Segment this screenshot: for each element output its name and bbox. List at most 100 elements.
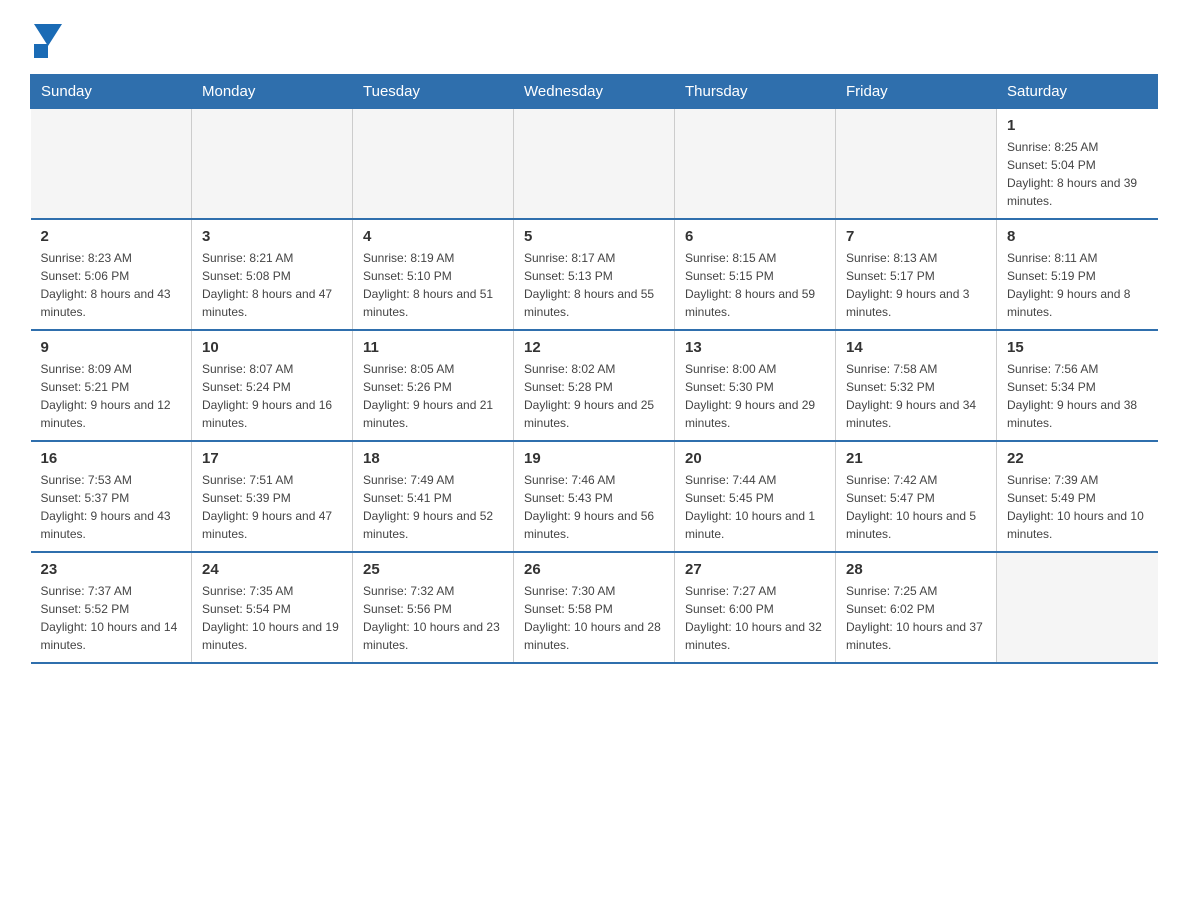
- calendar-cell: [514, 109, 675, 220]
- col-header-tuesday: Tuesday: [353, 75, 514, 109]
- day-number: 5: [524, 228, 664, 245]
- col-header-friday: Friday: [836, 75, 997, 109]
- calendar-cell: [836, 109, 997, 220]
- day-info: Sunrise: 8:23 AM Sunset: 5:06 PM Dayligh…: [41, 249, 182, 321]
- day-info: Sunrise: 8:09 AM Sunset: 5:21 PM Dayligh…: [41, 360, 182, 432]
- day-info: Sunrise: 8:11 AM Sunset: 5:19 PM Dayligh…: [1007, 249, 1148, 321]
- day-info: Sunrise: 8:21 AM Sunset: 5:08 PM Dayligh…: [202, 249, 342, 321]
- calendar-cell: [675, 109, 836, 220]
- calendar-cell: [192, 109, 353, 220]
- day-number: 21: [846, 450, 986, 467]
- day-info: Sunrise: 7:46 AM Sunset: 5:43 PM Dayligh…: [524, 471, 664, 543]
- day-number: 22: [1007, 450, 1148, 467]
- day-info: Sunrise: 7:53 AM Sunset: 5:37 PM Dayligh…: [41, 471, 182, 543]
- day-number: 17: [202, 450, 342, 467]
- calendar-cell: [997, 552, 1158, 663]
- day-info: Sunrise: 7:44 AM Sunset: 5:45 PM Dayligh…: [685, 471, 825, 543]
- day-info: Sunrise: 7:39 AM Sunset: 5:49 PM Dayligh…: [1007, 471, 1148, 543]
- day-number: 2: [41, 228, 182, 245]
- calendar-cell: 8 Sunrise: 8:11 AM Sunset: 5:19 PM Daylig…: [997, 219, 1158, 330]
- day-info: Sunrise: 7:58 AM Sunset: 5:32 PM Dayligh…: [846, 360, 986, 432]
- day-number: 19: [524, 450, 664, 467]
- day-info: Sunrise: 7:49 AM Sunset: 5:41 PM Dayligh…: [363, 471, 503, 543]
- calendar-cell: 10 Sunrise: 8:07 AM Sunset: 5:24 PM Dayli…: [192, 330, 353, 441]
- day-info: Sunrise: 7:37 AM Sunset: 5:52 PM Dayligh…: [41, 582, 182, 654]
- day-number: 14: [846, 339, 986, 356]
- calendar-week-row: 9Sunrise: 8:09 AM Sunset: 5:21 PM Daylig…: [31, 330, 1158, 441]
- calendar-cell: 11 Sunrise: 8:05 AM Sunset: 5:26 PM Dayli…: [353, 330, 514, 441]
- calendar-header-row: SundayMondayTuesdayWednesdayThursdayFrid…: [31, 75, 1158, 109]
- day-info: Sunrise: 7:42 AM Sunset: 5:47 PM Dayligh…: [846, 471, 986, 543]
- calendar-cell: 1 Sunrise: 8:25 AM Sunset: 5:04 PM Daylig…: [997, 109, 1158, 220]
- day-info: Sunrise: 8:17 AM Sunset: 5:13 PM Dayligh…: [524, 249, 664, 321]
- day-info: Sunrise: 7:27 AM Sunset: 6:00 PM Dayligh…: [685, 582, 825, 654]
- day-info: Sunrise: 8:15 AM Sunset: 5:15 PM Dayligh…: [685, 249, 825, 321]
- day-number: 11: [363, 339, 503, 356]
- day-number: 8: [1007, 228, 1148, 245]
- calendar-cell: 20 Sunrise: 7:44 AM Sunset: 5:45 PM Dayli…: [675, 441, 836, 552]
- calendar-cell: 28 Sunrise: 7:25 AM Sunset: 6:02 PM Dayli…: [836, 552, 997, 663]
- calendar-cell: 19 Sunrise: 7:46 AM Sunset: 5:43 PM Dayli…: [514, 441, 675, 552]
- day-number: 15: [1007, 339, 1148, 356]
- day-info: Sunrise: 8:13 AM Sunset: 5:17 PM Dayligh…: [846, 249, 986, 321]
- day-number: 25: [363, 561, 503, 578]
- day-number: 1: [1007, 117, 1148, 134]
- day-number: 28: [846, 561, 986, 578]
- day-info: Sunrise: 8:07 AM Sunset: 5:24 PM Dayligh…: [202, 360, 342, 432]
- day-number: 23: [41, 561, 182, 578]
- calendar-cell: 17 Sunrise: 7:51 AM Sunset: 5:39 PM Dayli…: [192, 441, 353, 552]
- col-header-wednesday: Wednesday: [514, 75, 675, 109]
- day-info: Sunrise: 7:56 AM Sunset: 5:34 PM Dayligh…: [1007, 360, 1148, 432]
- calendar-cell: 21 Sunrise: 7:42 AM Sunset: 5:47 PM Dayli…: [836, 441, 997, 552]
- page-header: [30, 20, 1158, 58]
- calendar-cell: 26 Sunrise: 7:30 AM Sunset: 5:58 PM Dayli…: [514, 552, 675, 663]
- day-info: Sunrise: 8:05 AM Sunset: 5:26 PM Dayligh…: [363, 360, 503, 432]
- day-number: 10: [202, 339, 342, 356]
- day-number: 13: [685, 339, 825, 356]
- calendar-cell: 16 Sunrise: 7:53 AM Sunset: 5:37 PM Dayli…: [31, 441, 192, 552]
- day-info: Sunrise: 8:00 AM Sunset: 5:30 PM Dayligh…: [685, 360, 825, 432]
- calendar-cell: 23 Sunrise: 7:37 AM Sunset: 5:52 PM Dayli…: [31, 552, 192, 663]
- calendar-cell: 15 Sunrise: 7:56 AM Sunset: 5:34 PM Dayli…: [997, 330, 1158, 441]
- day-info: Sunrise: 7:35 AM Sunset: 5:54 PM Dayligh…: [202, 582, 342, 654]
- logo-arrow-icon: [34, 24, 62, 46]
- calendar-cell: 7 Sunrise: 8:13 AM Sunset: 5:17 PM Daylig…: [836, 219, 997, 330]
- day-number: 6: [685, 228, 825, 245]
- day-number: 4: [363, 228, 503, 245]
- calendar-cell: 27 Sunrise: 7:27 AM Sunset: 6:00 PM Dayli…: [675, 552, 836, 663]
- day-number: 7: [846, 228, 986, 245]
- calendar-cell: 4 Sunrise: 8:19 AM Sunset: 5:10 PM Daylig…: [353, 219, 514, 330]
- calendar-table: SundayMondayTuesdayWednesdayThursdayFrid…: [30, 74, 1158, 664]
- day-number: 18: [363, 450, 503, 467]
- calendar-cell: 5 Sunrise: 8:17 AM Sunset: 5:13 PM Daylig…: [514, 219, 675, 330]
- day-number: 16: [41, 450, 182, 467]
- calendar-cell: 18 Sunrise: 7:49 AM Sunset: 5:41 PM Dayli…: [353, 441, 514, 552]
- calendar-cell: 25Sunrise: 7:32 AM Sunset: 5:56 PM Dayli…: [353, 552, 514, 663]
- calendar-week-row: 2 Sunrise: 8:23 AM Sunset: 5:06 PM Daylig…: [31, 219, 1158, 330]
- day-info: Sunrise: 8:02 AM Sunset: 5:28 PM Dayligh…: [524, 360, 664, 432]
- day-info: Sunrise: 7:51 AM Sunset: 5:39 PM Dayligh…: [202, 471, 342, 543]
- day-number: 12: [524, 339, 664, 356]
- col-header-saturday: Saturday: [997, 75, 1158, 109]
- day-number: 26: [524, 561, 664, 578]
- day-info: Sunrise: 8:19 AM Sunset: 5:10 PM Dayligh…: [363, 249, 503, 321]
- calendar-cell: 6 Sunrise: 8:15 AM Sunset: 5:15 PM Daylig…: [675, 219, 836, 330]
- calendar-cell: 14 Sunrise: 7:58 AM Sunset: 5:32 PM Dayli…: [836, 330, 997, 441]
- calendar-week-row: 1 Sunrise: 8:25 AM Sunset: 5:04 PM Daylig…: [31, 109, 1158, 220]
- day-number: 20: [685, 450, 825, 467]
- col-header-sunday: Sunday: [31, 75, 192, 109]
- calendar-cell: 13 Sunrise: 8:00 AM Sunset: 5:30 PM Dayli…: [675, 330, 836, 441]
- calendar-cell: [31, 109, 192, 220]
- calendar-week-row: 16 Sunrise: 7:53 AM Sunset: 5:37 PM Dayli…: [31, 441, 1158, 552]
- day-number: 24: [202, 561, 342, 578]
- day-info: Sunrise: 7:25 AM Sunset: 6:02 PM Dayligh…: [846, 582, 986, 654]
- calendar-cell: 12 Sunrise: 8:02 AM Sunset: 5:28 PM Dayli…: [514, 330, 675, 441]
- day-info: Sunrise: 7:30 AM Sunset: 5:58 PM Dayligh…: [524, 582, 664, 654]
- calendar-cell: 3 Sunrise: 8:21 AM Sunset: 5:08 PM Daylig…: [192, 219, 353, 330]
- day-number: 3: [202, 228, 342, 245]
- calendar-cell: 2 Sunrise: 8:23 AM Sunset: 5:06 PM Daylig…: [31, 219, 192, 330]
- calendar-week-row: 23 Sunrise: 7:37 AM Sunset: 5:52 PM Dayli…: [31, 552, 1158, 663]
- col-header-monday: Monday: [192, 75, 353, 109]
- day-info: Sunrise: 8:25 AM Sunset: 5:04 PM Dayligh…: [1007, 138, 1148, 210]
- day-number: 27: [685, 561, 825, 578]
